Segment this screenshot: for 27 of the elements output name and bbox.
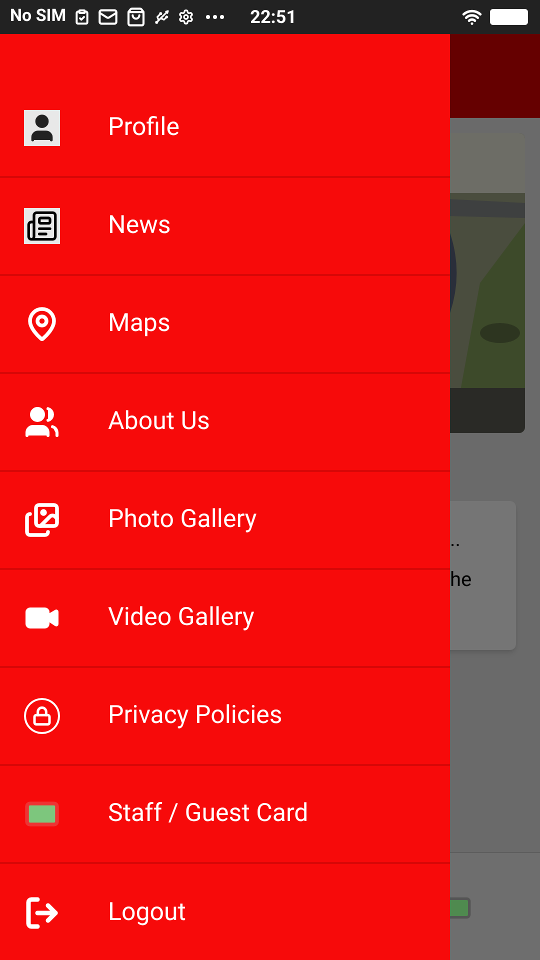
bag-icon [126,7,146,27]
exit-door-icon [24,895,60,931]
mail-icon [98,7,118,27]
clock-text: 22:51 [250,6,297,30]
drawer-item[interactable]: About Us [0,374,450,472]
lock-icon [24,698,60,734]
wifi-icon [462,7,482,27]
more-icon [206,15,224,19]
person-icon [24,110,60,146]
drawer-item[interactable]: Maps [0,276,450,374]
images-icon [24,502,60,538]
drawer-item[interactable]: Profile [0,80,450,178]
card-text: he [450,566,472,593]
newspaper-icon [24,208,60,244]
battery-icon [490,9,528,25]
usb-settings-icon [178,9,194,25]
drawer-item[interactable]: Logout [0,864,450,960]
drawer-item[interactable]: Privacy Policies [0,668,450,766]
drawer-item[interactable]: Photo Gallery [0,472,450,570]
clipboard-icon [74,9,90,25]
carrier-text: No SIM [10,5,66,28]
drawer-item[interactable]: Staff / Guest Card [0,766,450,864]
drawer-item[interactable]: Video Gallery [0,570,450,668]
people-icon [24,404,60,440]
card-title: .. [450,526,461,553]
usb-icon [154,9,170,25]
drawer-item[interactable]: News [0,178,450,276]
